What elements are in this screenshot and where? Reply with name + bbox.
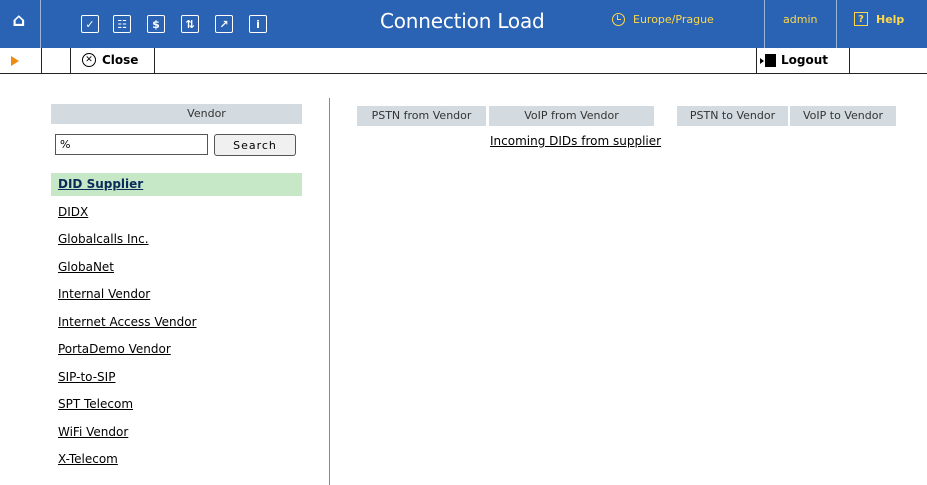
divider <box>41 48 42 74</box>
clock-icon <box>612 13 625 26</box>
help-label: Help <box>876 12 905 26</box>
info-icon[interactable]: i <box>249 15 267 33</box>
vendor-link[interactable]: X-Telecom <box>51 448 302 476</box>
close-icon: ✕ <box>82 53 96 67</box>
vendor-link[interactable]: Globalcalls Inc. <box>51 228 302 256</box>
divider <box>849 48 850 74</box>
divider <box>836 0 837 48</box>
logout-icon <box>760 53 776 67</box>
vendor-link[interactable]: GlobaNet <box>51 256 302 284</box>
grid-icon[interactable]: ☷ <box>113 15 131 33</box>
vendor-link[interactable]: DID Supplier <box>51 173 302 196</box>
dollar-icon[interactable]: $ <box>147 15 165 33</box>
chart-icon[interactable]: ↗ <box>215 15 233 33</box>
divider <box>764 0 765 48</box>
close-label: Close <box>102 53 139 67</box>
logout-button[interactable]: Logout <box>760 53 829 67</box>
vendor-link[interactable]: SPT Telecom <box>51 393 302 421</box>
search-button[interactable]: Search <box>214 134 296 156</box>
help-button[interactable]: ? Help <box>854 12 904 26</box>
timezone-label: Europe/Prague <box>633 13 714 26</box>
vendor-link[interactable]: WiFi Vendor <box>51 421 302 449</box>
panel-divider <box>329 98 330 485</box>
top-header: ⌂ ✓ ☷ $ ⇅ ↗ i Connection Load Europe/Pra… <box>0 0 927 48</box>
page-title: Connection Load <box>380 9 545 33</box>
column-header-voip-from-vendor: VoIP from Vendor <box>489 106 654 126</box>
column-header-pstn-to-vendor: PSTN to Vendor <box>677 106 788 126</box>
user-label: admin <box>783 13 818 26</box>
help-icon: ? <box>854 12 868 26</box>
column-header-voip-to-vendor: VoIP to Vendor <box>790 106 896 126</box>
transfer-icon[interactable]: ⇅ <box>181 15 199 33</box>
vendor-link[interactable]: PortaDemo Vendor <box>51 338 302 366</box>
divider <box>756 48 757 74</box>
close-button[interactable]: ✕ Close <box>82 53 138 67</box>
vendor-link[interactable]: SIP-to-SIP <box>51 366 302 394</box>
play-arrow-icon[interactable] <box>11 56 19 66</box>
timezone-link[interactable]: Europe/Prague <box>612 13 714 26</box>
check-icon[interactable]: ✓ <box>81 15 99 33</box>
column-header-pstn-from-vendor: PSTN from Vendor <box>357 106 486 126</box>
toolbar: ✕ Close Logout <box>0 48 927 74</box>
logout-label: Logout <box>781 53 829 67</box>
vendor-header: Vendor <box>51 104 302 124</box>
incoming-dids-link[interactable]: Incoming DIDs from supplier <box>490 134 661 148</box>
vendor-link[interactable]: DIDX <box>51 201 302 229</box>
divider <box>40 0 41 48</box>
vendor-link[interactable]: Internet Access Vendor <box>51 311 302 339</box>
vendor-list: DID Supplier DIDX Globalcalls Inc. GlobaNet… <box>51 173 302 476</box>
vendor-search-input[interactable] <box>55 134 208 155</box>
divider <box>154 48 155 74</box>
home-icon[interactable]: ⌂ <box>10 12 28 30</box>
vendor-link[interactable]: Internal Vendor <box>51 283 302 311</box>
divider <box>70 48 71 74</box>
